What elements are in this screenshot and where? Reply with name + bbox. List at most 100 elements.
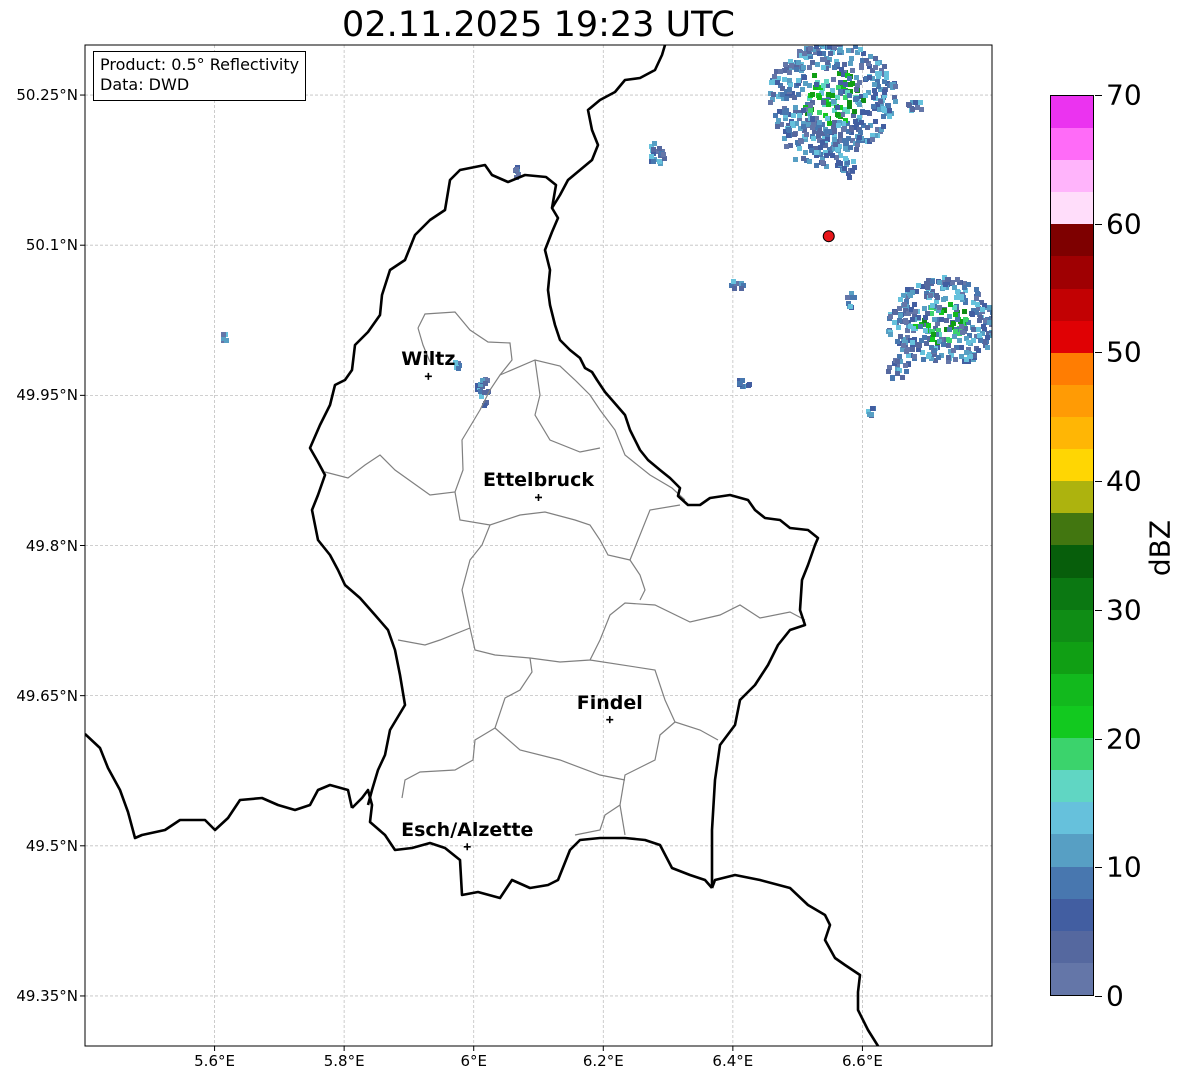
echo-pixel (910, 107, 915, 112)
echo-pixel (780, 92, 785, 97)
echo-pixel (867, 412, 872, 417)
echo-pixel (910, 340, 915, 345)
echo-pixel (904, 369, 909, 374)
echo-pixel (947, 338, 952, 343)
echo-pixel (910, 347, 915, 352)
colorbar-segment (1051, 224, 1093, 257)
echo-pixel (830, 153, 835, 158)
echo-pixel (828, 51, 833, 56)
echo-pixel (849, 56, 854, 61)
colorbar-segment (1051, 738, 1093, 771)
echo-pixel (993, 317, 998, 322)
echo-pixel (922, 335, 927, 340)
echo-pixel (775, 80, 780, 85)
echo-pixel (944, 318, 949, 323)
echo-pixel (975, 302, 980, 307)
echo-pixel (884, 75, 889, 80)
echo-pixel (888, 332, 893, 337)
data-source-label: Data: DWD (100, 75, 190, 94)
echo-pixel (913, 309, 918, 314)
echo-pixel (903, 363, 908, 368)
echo-pixel (960, 330, 965, 335)
echo-pixel (854, 96, 859, 101)
echo-pixel (821, 83, 826, 88)
echo-pixel (893, 99, 898, 104)
colorbar-segment (1051, 128, 1093, 161)
echo-pixel (817, 130, 822, 135)
echo-pixel (900, 375, 905, 380)
colorbar-segment (1051, 898, 1093, 931)
echo-pixel (857, 135, 862, 140)
echo-pixel (792, 132, 797, 137)
colorbar-segment (1051, 417, 1093, 450)
echo-pixel (820, 160, 825, 165)
echo-pixel (953, 312, 958, 317)
echo-pixel (807, 159, 812, 164)
echo-pixel (893, 84, 898, 89)
colorbar-segment (1051, 641, 1093, 674)
echo-pixel (906, 102, 911, 107)
echo-pixel (835, 62, 840, 67)
echo-pixel (846, 48, 851, 53)
echo-pixel (946, 277, 951, 282)
echo-pixel (843, 146, 848, 151)
echo-pixel (902, 302, 907, 307)
echo-pixel (814, 150, 819, 155)
colorbar-tick-label: 10 (1106, 850, 1142, 884)
echo-pixel (873, 56, 878, 61)
echo-pixel (975, 291, 980, 296)
echo-pixel (852, 295, 857, 300)
echo-pixel (901, 343, 906, 348)
echo-pixel (918, 324, 923, 329)
echo-pixel (817, 51, 822, 56)
echo-pixel (771, 92, 776, 97)
echo-pixel (831, 99, 836, 104)
echo-pixel (954, 295, 959, 300)
echo-pixel (887, 108, 892, 113)
echo-pixel (801, 156, 806, 161)
echo-pixel (887, 114, 892, 119)
echo-pixel (835, 105, 840, 110)
echo-pixel (826, 102, 831, 107)
colorbar-tick-label: 70 (1106, 78, 1142, 112)
echo-pixel (981, 324, 986, 329)
echo-pixel (783, 62, 788, 67)
echo-pixel (892, 320, 897, 325)
echo-pixel (882, 64, 887, 69)
echo-pixel (651, 159, 656, 164)
echo-pixel (787, 70, 792, 75)
echo-pixel (924, 281, 929, 286)
colorbar-segment (1051, 256, 1093, 289)
echo-pixel (985, 345, 990, 350)
echo-pixel (959, 295, 964, 300)
colorbar-segment (1051, 481, 1093, 514)
echo-pixel (876, 74, 881, 79)
echo-pixel (893, 310, 898, 315)
echo-pixel (948, 302, 953, 307)
echo-pixel (807, 65, 812, 70)
echo-pixel (912, 302, 917, 307)
echo-pixel (661, 152, 666, 157)
echo-pixel (963, 317, 968, 322)
echo-pixel (847, 104, 852, 109)
radar-map (80, 44, 998, 1051)
echo-pixel (946, 343, 951, 348)
echo-pixel (851, 159, 856, 164)
echo-pixel (964, 357, 969, 362)
echo-pixel (804, 132, 809, 137)
echo-pixel (985, 335, 990, 340)
lon-tick-label: 6.6°E (842, 1052, 883, 1070)
echo-pixel (845, 109, 850, 114)
city-label: Esch/Alzette (401, 818, 534, 841)
echo-pixel (964, 350, 969, 355)
echo-pixel (953, 329, 958, 334)
echo-pixel (801, 124, 806, 129)
echo-pixel (863, 93, 868, 98)
echo-pixel (916, 283, 921, 288)
echo-pixel (842, 62, 847, 67)
echo-pixel (838, 132, 843, 137)
product-label: Product: 0.5° Reflectivity (100, 55, 300, 74)
city-label: Findel (576, 691, 643, 714)
echo-pixel (787, 128, 792, 133)
lat-tick-label: 49.95°N (16, 386, 78, 405)
